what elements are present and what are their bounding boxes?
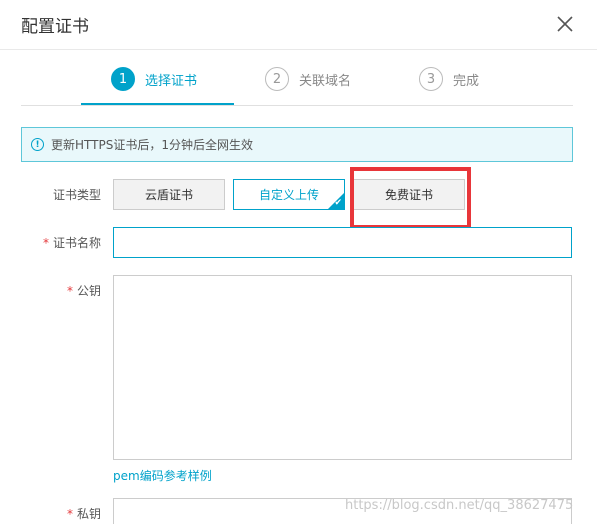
required-mark: * <box>66 507 73 521</box>
cert-name-label: * 证书名称 <box>11 234 101 251</box>
required-mark: * <box>66 284 73 298</box>
highlight-annotation <box>350 167 471 229</box>
pem-sample-link[interactable]: pem编码参考样例 <box>113 467 212 484</box>
public-key-label-text: 公钥 <box>76 284 101 298</box>
info-icon: ! <box>31 138 44 151</box>
close-icon[interactable] <box>555 14 575 34</box>
watermark: https://blog.csdn.net/qq_38627475 <box>345 498 574 513</box>
cloud-shield-cert-button[interactable]: 云盾证书 <box>113 179 225 210</box>
cert-name-label-text: 证书名称 <box>52 236 101 250</box>
step-number: 1 <box>111 67 135 91</box>
step-bind-domain: 2 关联域名 <box>265 67 351 91</box>
custom-upload-label: 自定义上传 <box>258 188 319 202</box>
step-number: 3 <box>419 67 443 91</box>
step-complete: 3 完成 <box>419 67 479 91</box>
step-indicator: 1 选择证书 2 关联域名 3 完成 <box>21 50 573 106</box>
active-step-underline <box>81 103 234 105</box>
dialog-header: 配置证书 <box>0 0 597 50</box>
config-cert-dialog: 配置证书 1 选择证书 2 关联域名 3 完成 ! 更新HTTPS证书后，1分钟… <box>0 0 597 524</box>
check-icon: ✔ <box>334 198 342 208</box>
private-key-label: * 私钥 <box>11 505 101 522</box>
step-label: 完成 <box>453 73 480 89</box>
step-number: 2 <box>265 67 289 91</box>
private-key-label-text: 私钥 <box>76 507 101 521</box>
custom-upload-button[interactable]: 自定义上传 ✔ <box>233 179 345 210</box>
step-label: 关联域名 <box>299 73 352 89</box>
cert-name-input[interactable] <box>113 227 572 258</box>
public-key-label: * 公钥 <box>11 282 101 299</box>
public-key-textarea[interactable] <box>113 275 572 460</box>
dialog-title: 配置证书 <box>21 17 89 37</box>
info-notice: ! 更新HTTPS证书后，1分钟后全网生效 <box>21 127 573 162</box>
step-select-cert: 1 选择证书 <box>111 67 197 91</box>
required-mark: * <box>42 236 49 250</box>
notice-text: 更新HTTPS证书后，1分钟后全网生效 <box>51 138 253 152</box>
step-label: 选择证书 <box>145 73 198 89</box>
cert-type-label: 证书类型 <box>52 188 101 202</box>
